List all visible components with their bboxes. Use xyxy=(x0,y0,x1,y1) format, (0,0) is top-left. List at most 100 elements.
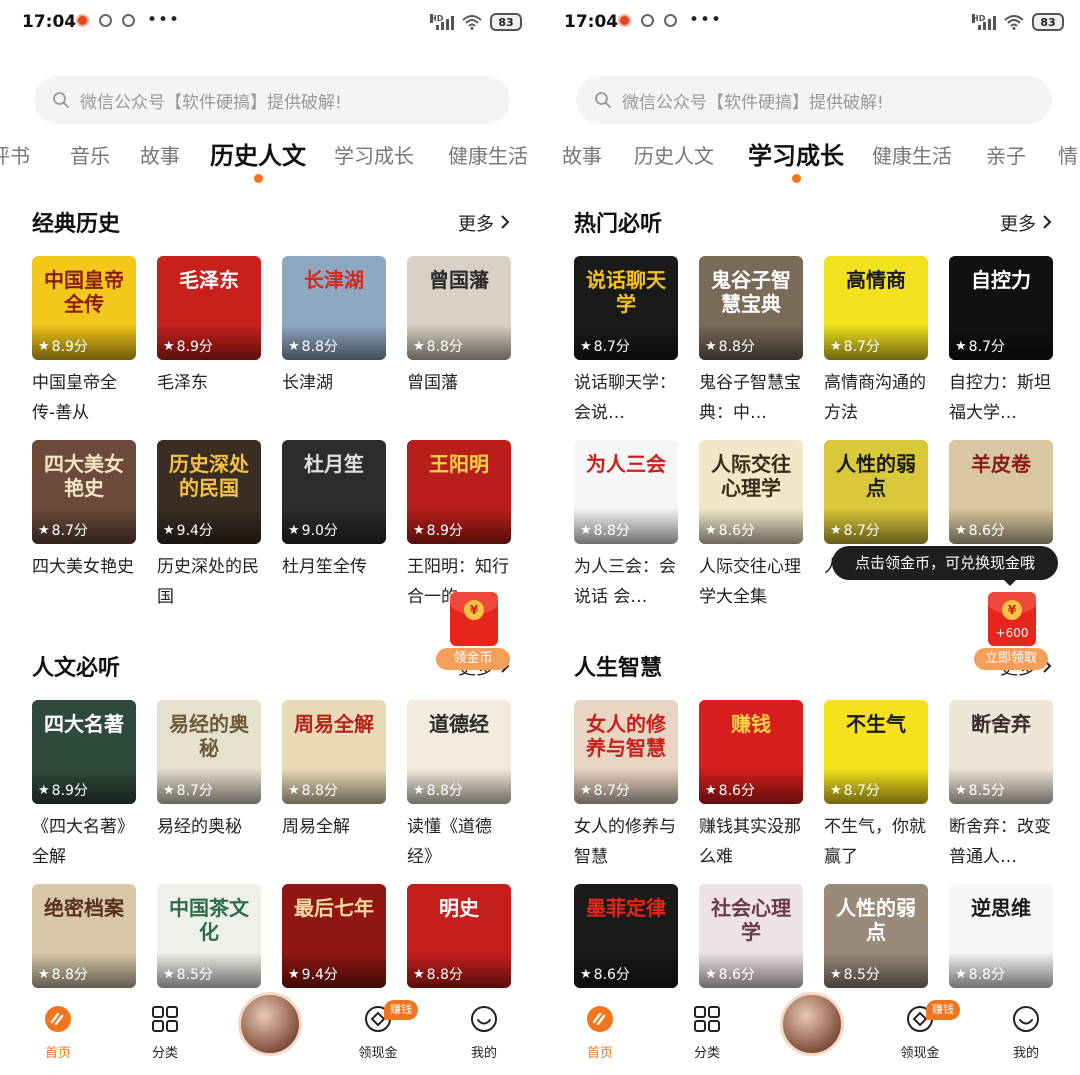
coin-button[interactable]: 领金币 xyxy=(436,648,510,670)
book-card[interactable]: 历史深处的民国 ★ 9.4分历史深处的民国 xyxy=(157,440,261,612)
book-cover[interactable]: 高情商 ★ 8.7分 xyxy=(824,256,928,360)
coin-reward-widget[interactable]: ¥ +600 立即领取 xyxy=(974,592,1050,672)
book-card[interactable]: 王阳明 ★ 8.9分 王阳明：知行合一的… xyxy=(407,440,511,612)
book-cover[interactable]: 王阳明 ★ 8.9分 xyxy=(407,440,511,544)
book-card[interactable]: 杜月笙 ★ 9.0分杜月笙全传 xyxy=(282,440,386,612)
tab-item[interactable]: 情 xyxy=(1058,140,1078,169)
book-title[interactable]: 周易全解 xyxy=(282,812,386,872)
tab-item[interactable]: 音乐 xyxy=(70,140,110,169)
book-cover[interactable]: 女人的修养与智慧 ★ 8.7分 xyxy=(574,700,678,804)
book-cover[interactable]: 不生气 ★ 8.7分 xyxy=(824,700,928,804)
search-bar[interactable]: 微信公众号【软件硬搞】提供破解! xyxy=(576,76,1052,124)
book-title[interactable]: 长津湖 xyxy=(282,368,386,428)
book-cover[interactable]: 社会心理学 ★ 8.6分 xyxy=(699,884,803,988)
book-card[interactable]: 赚钱 ★ 8.6分赚钱其实没那么难 xyxy=(699,700,803,872)
book-title[interactable]: 中国皇帝全传-善从 xyxy=(32,368,136,428)
book-card[interactable]: 长津湖 ★ 8.8分长津湖 xyxy=(282,256,386,428)
book-card[interactable]: 自控力 ★ 8.7分自控力：斯坦福大学… xyxy=(949,256,1053,428)
tab-item[interactable]: 故事 xyxy=(140,140,180,169)
book-cover[interactable]: 曾国藩 ★ 8.8分 xyxy=(407,256,511,360)
book-title[interactable]: 易经的奥秘 xyxy=(157,812,261,872)
nav-item[interactable]: 分类 xyxy=(125,1004,205,1061)
book-cover[interactable]: 绝密档案 ★ 8.8分 xyxy=(32,884,136,988)
more-link[interactable]: 更多 xyxy=(458,210,510,236)
book-title[interactable]: 杜月笙全传 xyxy=(282,552,386,612)
search-bar[interactable]: 微信公众号【软件硬搞】提供破解! xyxy=(34,76,510,124)
book-cover[interactable]: 逆思维 ★ 8.8分 xyxy=(949,884,1053,988)
now-playing-avatar[interactable] xyxy=(780,992,844,1056)
book-cover[interactable]: 说话聊天学 ★ 8.7分 xyxy=(574,256,678,360)
tab-item[interactable]: 学习成长 xyxy=(334,140,414,169)
book-cover[interactable]: 人性的弱点 ★ 8.7分 xyxy=(824,440,928,544)
book-card[interactable]: 鬼谷子智慧宝典 ★ 8.8分 鬼谷子智慧宝典：中… xyxy=(699,256,803,428)
book-cover[interactable]: 墨菲定律 ★ 8.6分 xyxy=(574,884,678,988)
tab-item[interactable]: 健康生活 xyxy=(872,140,952,169)
book-title[interactable]: 自控力：斯坦福大学… xyxy=(949,368,1053,428)
book-title[interactable]: 历史深处的民国 xyxy=(157,552,261,612)
book-card[interactable]: 人际交往心理学 ★ 8.6分人际交往心理学大全集 xyxy=(699,440,803,612)
tab-item[interactable]: 亲子 xyxy=(986,140,1026,169)
nav-item[interactable]: 首页 xyxy=(560,1004,640,1061)
book-cover[interactable]: 毛泽东 ★ 8.9分 xyxy=(157,256,261,360)
book-card[interactable]: 女人的修养与智慧 ★ 8.7分女人的修养与智慧 xyxy=(574,700,678,872)
book-title[interactable]: 毛泽东 xyxy=(157,368,261,428)
book-title[interactable]: 女人的修养与智慧 xyxy=(574,812,678,872)
book-card[interactable]: 毛泽东 ★ 8.9分毛泽东 xyxy=(157,256,261,428)
book-title[interactable]: 为人三会：会说话 会… xyxy=(574,552,678,612)
book-card[interactable]: 羊皮卷 ★8.6分羊皮卷 xyxy=(949,440,1053,612)
book-card[interactable]: 道德经 ★ 8.8分读懂《道德经》 xyxy=(407,700,511,872)
book-cover[interactable]: 长津湖 ★ 8.8分 xyxy=(282,256,386,360)
book-card[interactable]: 不生气 ★ 8.7分不生气，你就赢了 xyxy=(824,700,928,872)
book-card[interactable]: 周易全解 ★ 8.8分周易全解 xyxy=(282,700,386,872)
book-card[interactable]: 易经的奥秘 ★ 8.7分易经的奥秘 xyxy=(157,700,261,872)
book-cover[interactable]: 断舍弃 ★ 8.5分 xyxy=(949,700,1053,804)
coin-button[interactable]: 立即领取 xyxy=(974,648,1048,670)
tab-item[interactable]: 健康生活 xyxy=(448,140,528,169)
more-link[interactable]: 更多 xyxy=(1000,210,1052,236)
book-title[interactable]: 高情商沟通的方法 xyxy=(824,368,928,428)
book-cover[interactable]: 道德经 ★ 8.8分 xyxy=(407,700,511,804)
book-cover[interactable]: 人性的弱点 ★ 8.5分 xyxy=(824,884,928,988)
book-title[interactable]: 《四大名著》全解 xyxy=(32,812,136,872)
coin-reward-widget[interactable]: ¥ 领金币 xyxy=(436,592,512,672)
book-title[interactable]: 人际交往心理学大全集 xyxy=(699,552,803,612)
book-title[interactable]: 读懂《道德经》 xyxy=(407,812,511,872)
book-card[interactable]: 高情商 ★ 8.7分高情商沟通的方法 xyxy=(824,256,928,428)
tab-active[interactable]: 学习成长 xyxy=(748,136,844,171)
book-cover[interactable]: 易经的奥秘 ★ 8.7分 xyxy=(157,700,261,804)
now-playing-avatar[interactable] xyxy=(238,992,302,1056)
nav-item[interactable]: 分类 xyxy=(667,1004,747,1061)
book-card[interactable]: 为人三会 ★ 8.8分为人三会：会说话 会… xyxy=(574,440,678,612)
tab-item[interactable]: 故事 xyxy=(562,140,602,169)
book-cover[interactable]: 羊皮卷 ★ 8.6分 xyxy=(949,440,1053,544)
book-cover[interactable]: 四大名著 ★ 8.9分 xyxy=(32,700,136,804)
book-title[interactable]: 四大美女艳史 xyxy=(32,552,136,612)
book-title[interactable]: 赚钱其实没那么难 xyxy=(699,812,803,872)
nav-item[interactable]: 我的 xyxy=(444,1004,524,1061)
book-title[interactable]: 说话聊天学：会说… xyxy=(574,368,678,428)
book-title[interactable]: 断舍弃：改变普通人… xyxy=(949,812,1053,872)
book-card[interactable]: 断舍弃 ★ 8.5分断舍弃：改变普通人… xyxy=(949,700,1053,872)
book-card[interactable]: 人性的弱点 ★8.7分人性的弱点 xyxy=(824,440,928,612)
book-cover[interactable]: 为人三会 ★ 8.8分 xyxy=(574,440,678,544)
tab-active[interactable]: 历史人文 xyxy=(210,136,306,171)
book-title[interactable]: 曾国藩 xyxy=(407,368,511,428)
book-cover[interactable]: 赚钱 ★ 8.6分 xyxy=(699,700,803,804)
book-card[interactable]: 四大美女艳史 ★ 8.7分四大美女艳史 xyxy=(32,440,136,612)
book-cover[interactable]: 中国茶文化 ★ 8.5分 xyxy=(157,884,261,988)
tab-item[interactable]: 评书 xyxy=(0,140,30,169)
book-card[interactable]: 中国皇帝全传 ★ 8.9分 中国皇帝全传-善从 xyxy=(32,256,136,428)
book-cover[interactable]: 鬼谷子智慧宝典 ★ 8.8分 xyxy=(699,256,803,360)
book-title[interactable]: 不生气，你就赢了 xyxy=(824,812,928,872)
book-cover[interactable]: 周易全解 ★ 8.8分 xyxy=(282,700,386,804)
tab-item[interactable]: 历史人文 xyxy=(634,140,714,169)
book-card[interactable]: 四大名著 ★ 8.9分《四大名著》全解 xyxy=(32,700,136,872)
book-cover[interactable]: 四大美女艳史 ★ 8.7分 xyxy=(32,440,136,544)
book-cover[interactable]: 杜月笙 ★ 9.0分 xyxy=(282,440,386,544)
book-cover[interactable]: 人际交往心理学 ★ 8.6分 xyxy=(699,440,803,544)
book-card[interactable]: 曾国藩 ★ 8.8分曾国藩 xyxy=(407,256,511,428)
book-cover[interactable]: 自控力 ★ 8.7分 xyxy=(949,256,1053,360)
nav-item[interactable]: 首页 xyxy=(18,1004,98,1061)
nav-item[interactable]: 我的 xyxy=(986,1004,1066,1061)
book-cover[interactable]: 历史深处的民国 ★ 9.4分 xyxy=(157,440,261,544)
